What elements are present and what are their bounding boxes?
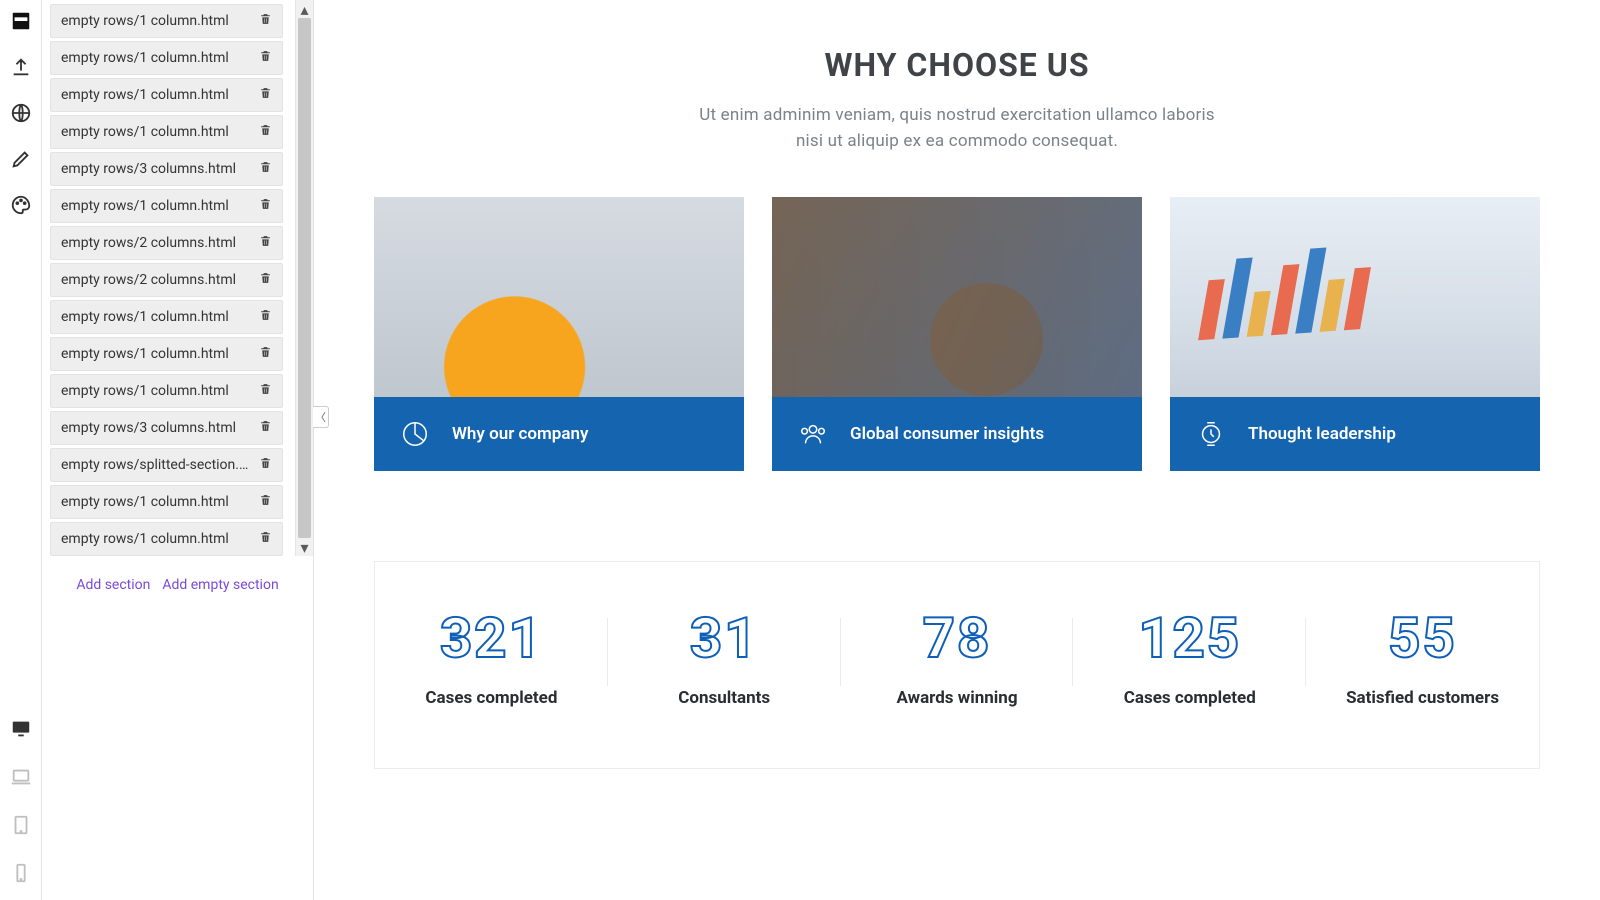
- section-item-label: empty rows/1 column.html: [61, 346, 229, 362]
- add-empty-section-link[interactable]: Add empty section: [162, 577, 278, 593]
- icon-rail: [0, 0, 42, 900]
- card-title: Global consumer insights: [850, 424, 1044, 444]
- trash-icon[interactable]: [259, 86, 272, 104]
- section-item[interactable]: empty rows/1 column.html: [50, 485, 283, 519]
- trash-icon[interactable]: [259, 160, 272, 178]
- trash-icon[interactable]: [259, 49, 272, 67]
- stat: 78 Awards winning: [841, 610, 1074, 708]
- section-item-label: empty rows/3 columns.html: [61, 420, 236, 436]
- section-item[interactable]: empty rows/3 columns.html: [50, 411, 283, 445]
- stat: 55 Satisfied customers: [1306, 610, 1539, 708]
- section-item[interactable]: empty rows/1 column.html: [50, 78, 283, 112]
- trash-icon[interactable]: [259, 456, 272, 474]
- trash-icon[interactable]: [259, 123, 272, 141]
- trash-icon[interactable]: [259, 271, 272, 289]
- palette-icon[interactable]: [8, 192, 34, 218]
- section-item[interactable]: empty rows/splitted-section.html: [50, 448, 283, 482]
- section-item[interactable]: empty rows/2 columns.html: [50, 226, 283, 260]
- scroll-up-icon[interactable]: ▴: [296, 0, 313, 18]
- card-title: Why our company: [452, 424, 588, 444]
- section-item-label: empty rows/1 column.html: [61, 309, 229, 325]
- scroll-down-icon[interactable]: ▾: [296, 538, 313, 556]
- stat-number: 55: [1306, 610, 1539, 666]
- preview-canvas[interactable]: WHY CHOOSE US Ut enim adminim veniam, qu…: [314, 0, 1600, 900]
- section-item-label: empty rows/1 column.html: [61, 87, 229, 103]
- trash-icon[interactable]: [259, 382, 272, 400]
- people-icon: [796, 417, 830, 451]
- trash-icon[interactable]: [259, 308, 272, 326]
- trash-icon[interactable]: [259, 345, 272, 363]
- add-links: Add section Add empty section: [42, 556, 313, 593]
- card-thought-leadership[interactable]: Thought leadership: [1170, 197, 1540, 471]
- stat-number: 125: [1073, 610, 1306, 666]
- pencil-icon[interactable]: [8, 146, 34, 172]
- trash-icon[interactable]: [259, 234, 272, 252]
- trash-icon[interactable]: [259, 419, 272, 437]
- sections-icon[interactable]: [8, 8, 34, 34]
- section-item-label: empty rows/2 columns.html: [61, 235, 236, 251]
- globe-icon[interactable]: [8, 100, 34, 126]
- stat-label: Cases completed: [1073, 688, 1306, 708]
- section-item[interactable]: empty rows/1 column.html: [50, 300, 283, 334]
- stat-number: 321: [375, 610, 608, 666]
- stat-label: Satisfied customers: [1306, 688, 1539, 708]
- section-item[interactable]: empty rows/1 column.html: [50, 522, 283, 556]
- upload-icon[interactable]: [8, 54, 34, 80]
- desktop-icon[interactable]: [8, 716, 34, 742]
- heading-block: WHY CHOOSE US Ut enim adminim veniam, qu…: [374, 46, 1540, 155]
- section-item-label: empty rows/1 column.html: [61, 13, 229, 29]
- collapse-panel-button[interactable]: 〈: [313, 406, 329, 428]
- scrollbar-thumb[interactable]: [298, 18, 311, 538]
- stat-number: 31: [608, 610, 841, 666]
- section-item-label: empty rows/splitted-section.html: [61, 457, 253, 473]
- section-item[interactable]: empty rows/1 column.html: [50, 41, 283, 75]
- section-item[interactable]: empty rows/1 column.html: [50, 374, 283, 408]
- card-why-our-company[interactable]: Why our company: [374, 197, 744, 471]
- page-subtitle-line2: nisi ut aliquip ex ea commodo consequat.: [796, 131, 1118, 151]
- tablet-icon[interactable]: [8, 812, 34, 838]
- section-item-label: empty rows/1 column.html: [61, 383, 229, 399]
- section-item-label: empty rows/2 columns.html: [61, 272, 236, 288]
- section-item-label: empty rows/1 column.html: [61, 124, 229, 140]
- sections-panel: empty rows/1 column.html empty rows/1 col…: [42, 0, 314, 900]
- section-item[interactable]: empty rows/1 column.html: [50, 115, 283, 149]
- section-item[interactable]: empty rows/1 column.html: [50, 189, 283, 223]
- section-item[interactable]: empty rows/1 column.html: [50, 337, 283, 371]
- section-item[interactable]: empty rows/1 column.html: [50, 4, 283, 38]
- section-item-label: empty rows/1 column.html: [61, 531, 229, 547]
- page-subtitle-line1: Ut enim adminim veniam, quis nostrud exe…: [699, 105, 1215, 125]
- trash-icon[interactable]: [259, 197, 272, 215]
- trash-icon[interactable]: [259, 530, 272, 548]
- card-title: Thought leadership: [1248, 424, 1396, 444]
- section-item-label: empty rows/1 column.html: [61, 50, 229, 66]
- phone-icon[interactable]: [8, 860, 34, 886]
- scrollbar[interactable]: ▴ ▾: [295, 0, 313, 556]
- stats-strip: 321 Cases completed 31 Consultants 78 Awards …: [374, 561, 1540, 769]
- section-item-label: empty rows/1 column.html: [61, 198, 229, 214]
- cards-row: Why our company Global consumer insights: [374, 197, 1540, 471]
- watch-icon: [1194, 417, 1228, 451]
- section-item-label: empty rows/1 column.html: [61, 494, 229, 510]
- stat: 321 Cases completed: [375, 610, 608, 708]
- pie-chart-icon: [398, 417, 432, 451]
- add-section-link[interactable]: Add section: [76, 577, 150, 593]
- stat-label: Consultants: [608, 688, 841, 708]
- trash-icon[interactable]: [259, 12, 272, 30]
- stat-label: Awards winning: [841, 688, 1074, 708]
- stat: 125 Cases completed: [1073, 610, 1306, 708]
- stat-label: Cases completed: [375, 688, 608, 708]
- section-item[interactable]: empty rows/3 columns.html: [50, 152, 283, 186]
- card-global-insights[interactable]: Global consumer insights: [772, 197, 1142, 471]
- trash-icon[interactable]: [259, 493, 272, 511]
- stat: 31 Consultants: [608, 610, 841, 708]
- section-item-label: empty rows/3 columns.html: [61, 161, 236, 177]
- sections-list[interactable]: empty rows/1 column.html empty rows/1 col…: [42, 0, 295, 556]
- page-title: WHY CHOOSE US: [374, 46, 1540, 84]
- section-item[interactable]: empty rows/2 columns.html: [50, 263, 283, 297]
- laptop-icon[interactable]: [8, 764, 34, 790]
- stat-number: 78: [841, 610, 1074, 666]
